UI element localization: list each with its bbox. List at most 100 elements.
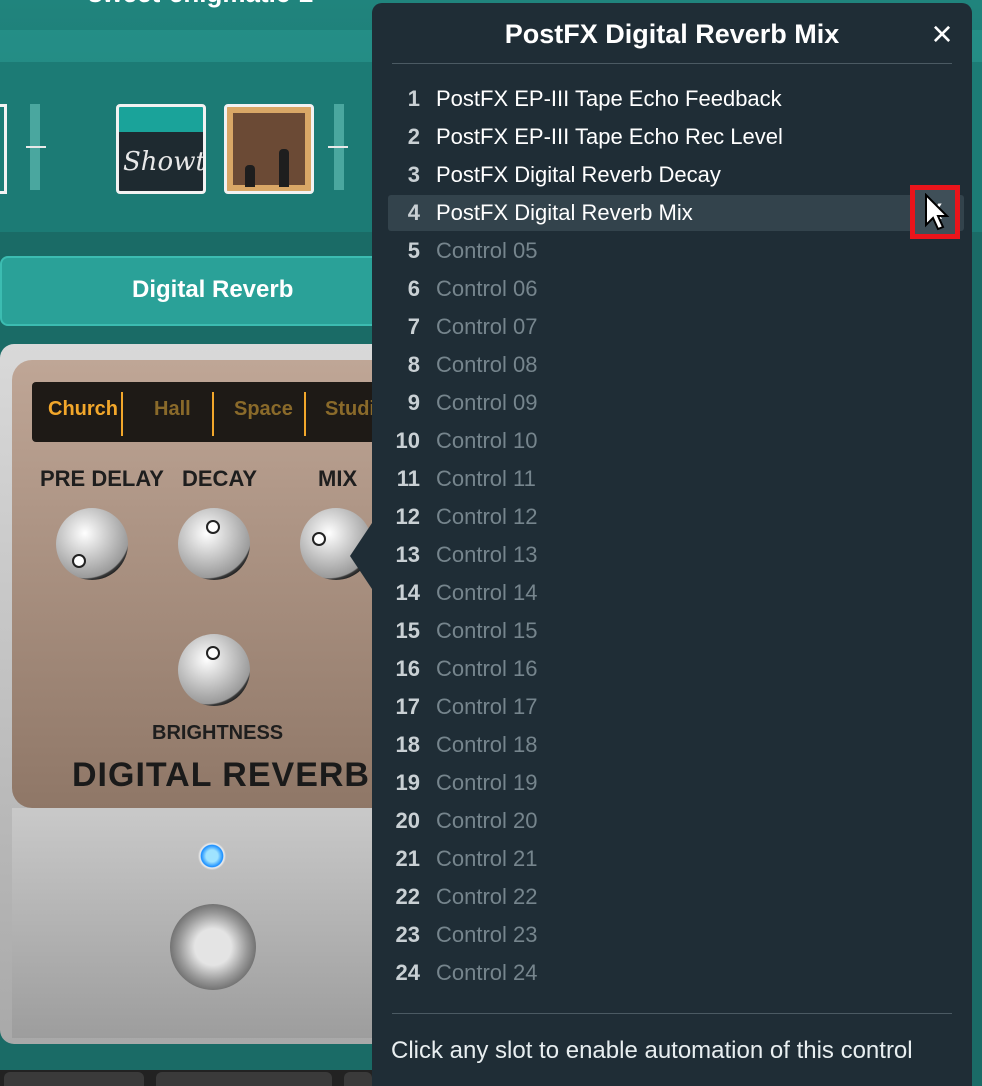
slot-number: 4 (407, 200, 420, 225)
slot-number: 6 (407, 276, 420, 301)
pre-delay-label: PRE DELAY (40, 466, 164, 491)
slot-label: Control 06 (436, 276, 538, 301)
brightness-label: BRIGHTNESS (152, 722, 284, 744)
slot-label: Control 16 (436, 656, 538, 681)
slider-marker (26, 146, 46, 148)
slot-number: 23 (395, 922, 420, 947)
decay-label: DECAY (182, 466, 257, 491)
slot-label: Control 20 (436, 808, 538, 833)
footswitch[interactable] (170, 904, 256, 990)
automation-slot-2[interactable]: 2 PostFX EP-III Tape Echo Rec Level (388, 119, 964, 155)
slot-label: Control 12 (436, 504, 538, 529)
slot-number: 9 (407, 390, 420, 415)
automation-slot-19[interactable]: 19 Control 19 (388, 765, 964, 801)
slot-number: 17 (395, 694, 420, 719)
status-led (198, 842, 226, 870)
automation-slot-9[interactable]: 9 Control 09 (388, 385, 964, 421)
slot-number: 12 (395, 504, 420, 529)
slot-label: Control 24 (436, 960, 538, 985)
slot-label: Control 17 (436, 694, 538, 719)
divider (392, 1013, 952, 1014)
cabinet-thumbnail[interactable] (224, 104, 314, 194)
automation-slot-1[interactable]: 1 PostFX EP-III Tape Echo Feedback (388, 81, 964, 117)
slot-number: 18 (395, 732, 420, 757)
automation-slot-24[interactable]: 24 Control 24 (388, 955, 964, 991)
slot-label: PostFX Digital Reverb Mix (436, 200, 693, 225)
automation-slot-4[interactable]: 4PostFX Digital Reverb MixX (388, 185, 964, 239)
slot-label: PostFX Digital Reverb Decay (436, 162, 721, 187)
slot-label: Control 15 (436, 618, 538, 643)
bottom-bar (0, 1070, 372, 1086)
mode-space[interactable]: Space (234, 398, 293, 421)
automation-slot-15[interactable]: 15 Control 15 (388, 613, 964, 649)
mode-hall[interactable]: Hall (154, 398, 191, 421)
effect-thumbnail-partial[interactable] (0, 104, 7, 194)
slot-number: 21 (395, 846, 420, 871)
automation-slot-18[interactable]: 18 Control 18 (388, 727, 964, 763)
slot-number: 1 (407, 86, 420, 111)
slot-number: 19 (395, 770, 420, 795)
slot-number: 3 (407, 162, 420, 187)
panel-footer-text: Click any slot to enable automation of t… (391, 1037, 913, 1064)
automation-slot-23[interactable]: 23 Control 23 (388, 917, 964, 953)
slot-label: PostFX EP-III Tape Echo Rec Level (436, 124, 783, 149)
mode-church[interactable]: Church (48, 398, 118, 421)
slot-label: Control 19 (436, 770, 538, 795)
automation-slot-10[interactable]: 10 Control 10 (388, 423, 964, 459)
slot-label: Control 07 (436, 314, 538, 339)
mix-label: MIX (318, 466, 358, 491)
slot-number: 13 (395, 542, 420, 567)
decay-knob[interactable] (178, 508, 250, 580)
pre-delay-knob[interactable] (56, 508, 128, 580)
slot-number: 2 (407, 124, 420, 149)
slot-label: Control 05 (436, 238, 538, 263)
automation-slot-13[interactable]: 13 Control 13 (388, 537, 964, 573)
slot-label: Control 08 (436, 352, 538, 377)
slot-number: 16 (395, 656, 420, 681)
slot-label: Control 21 (436, 846, 538, 871)
automation-slot-11[interactable]: 11 Control 11 (388, 461, 964, 497)
automation-slot-21[interactable]: 21 Control 21 (388, 841, 964, 877)
slot-number: 24 (395, 960, 420, 985)
mouse-cursor-icon (925, 193, 950, 231)
tab-label: Digital Reverb (132, 276, 294, 303)
thumbnail-text: Showti (123, 147, 206, 177)
slot-number: 5 (407, 238, 420, 263)
brightness-knob[interactable] (178, 634, 250, 706)
automation-slot-3[interactable]: 3 PostFX Digital Reverb Decay (388, 157, 964, 193)
slider-marker-2 (328, 146, 348, 148)
slot-label: Control 14 (436, 580, 538, 605)
close-icon[interactable]: × (924, 16, 960, 53)
automation-slot-16[interactable]: 16 Control 16 (388, 651, 964, 687)
automation-slot-8[interactable]: 8 Control 08 (388, 347, 964, 383)
automation-slot-12[interactable]: 12 Control 12 (388, 499, 964, 535)
automation-slot-7[interactable]: 7 Control 07 (388, 309, 964, 345)
automation-slot-6[interactable]: 6 Control 06 (388, 271, 964, 307)
automation-slot-14[interactable]: 14 Control 14 (388, 575, 964, 611)
automation-slot-20[interactable]: 20 Control 20 (388, 803, 964, 839)
mode-divider (212, 392, 214, 436)
slot-label: Control 10 (436, 428, 538, 453)
preset-name: sweet-enigmatic-2 (88, 0, 313, 9)
automation-slot-22[interactable]: 22 Control 22 (388, 879, 964, 915)
slot-label: Control 13 (436, 542, 538, 567)
mode-divider (121, 392, 123, 436)
slot-label: PostFX EP-III Tape Echo Feedback (436, 86, 782, 111)
amp-thumbnail-showtime[interactable]: Showti (116, 104, 206, 194)
slot-number: 8 (407, 352, 420, 377)
slot-number: 15 (395, 618, 420, 643)
automation-panel: PostFX Digital Reverb Mix × 1 PostFX EP-I… (372, 3, 972, 1086)
pedal-title: DIGITAL REVERB (72, 756, 370, 794)
panel-title: PostFX Digital Reverb Mix (504, 19, 840, 49)
automation-slot-5[interactable]: 5 Control 05 (388, 233, 964, 269)
automation-slot-17[interactable]: 17 Control 17 (388, 689, 964, 725)
slot-number: 20 (395, 808, 420, 833)
popover-arrow (350, 520, 374, 592)
slot-number: 22 (395, 884, 420, 909)
divider (392, 63, 952, 64)
slot-number: 14 (395, 580, 420, 605)
slot-label: Control 09 (436, 390, 538, 415)
slot-number: 7 (407, 314, 420, 339)
slot-number: 11 (396, 466, 420, 491)
slot-label: Control 18 (436, 732, 538, 757)
